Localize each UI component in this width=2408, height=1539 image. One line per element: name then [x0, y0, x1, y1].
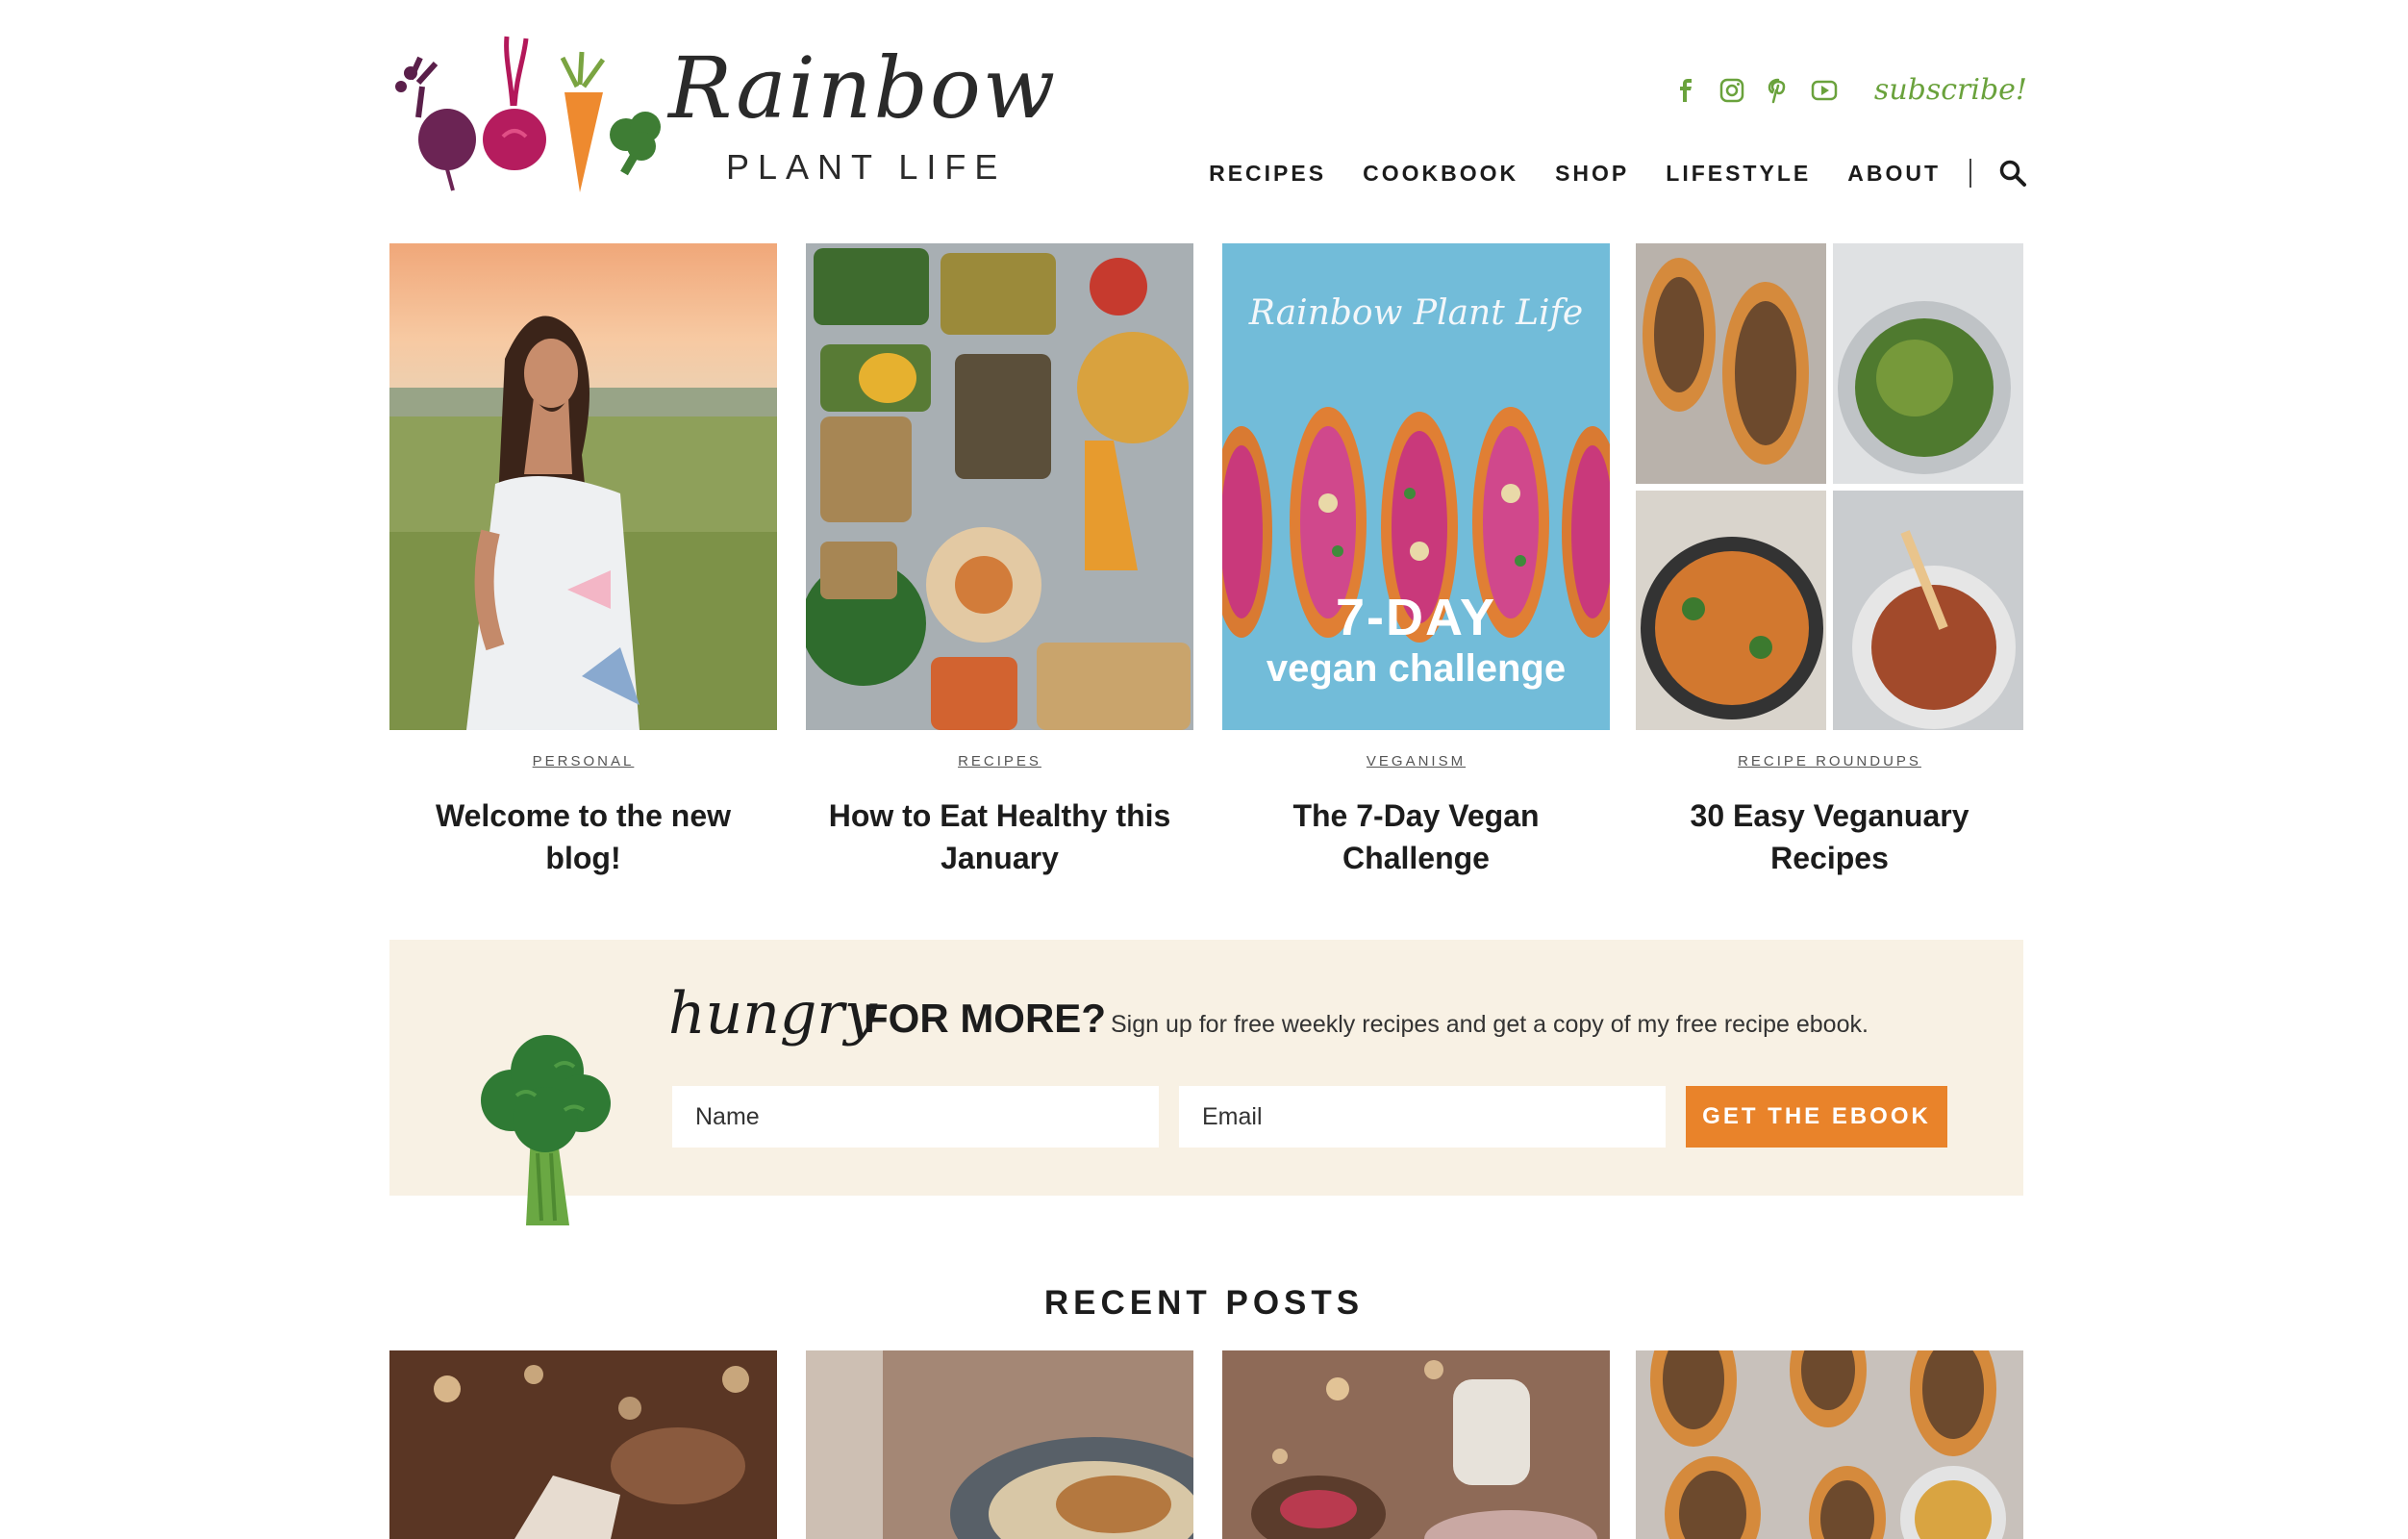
card-category[interactable]: VEGANISM [1222, 753, 1610, 770]
card-title[interactable]: The 7-Day Vegan Challenge [1222, 795, 1610, 879]
subscribe-link[interactable]: subscribe! [1874, 73, 2027, 107]
youtube-icon[interactable] [1811, 77, 1838, 104]
nav-item-about[interactable]: ABOUT [1847, 161, 1941, 187]
featured-card[interactable]: RECIPES How to Eat Healthy this January [806, 243, 1193, 879]
instagram-icon[interactable] [1718, 77, 1745, 104]
vegetables-logo-icon [395, 36, 661, 192]
card-category[interactable]: RECIPES [806, 753, 1193, 770]
card-category[interactable]: PERSONAL [389, 753, 777, 770]
featured-card[interactable]: Rainbow Plant Life 7-DAY vegan challenge… [1222, 243, 1610, 879]
recent-post-image[interactable] [806, 1350, 1193, 1539]
recent-post-image[interactable] [1636, 1350, 2023, 1539]
logo-subtitle: PLANT LIFE [726, 147, 1007, 187]
search-icon[interactable] [1998, 159, 2027, 188]
featured-image-portrait[interactable] [389, 243, 777, 730]
pinterest-icon[interactable] [1765, 77, 1792, 104]
nav-item-cookbook[interactable]: COOKBOOK [1363, 161, 1518, 187]
featured-image-vegan-challenge[interactable]: Rainbow Plant Life 7-DAY vegan challenge [1222, 243, 1610, 730]
broccoli-icon [481, 1035, 611, 1225]
email-input[interactable] [1179, 1086, 1666, 1148]
name-input[interactable] [672, 1086, 1159, 1148]
newsletter-description: Sign up for free weekly recipes and get … [1111, 1011, 1869, 1038]
facebook-icon[interactable] [1672, 77, 1699, 104]
featured-card[interactable]: PERSONAL Welcome to the new blog! [389, 243, 777, 879]
overlay-headline: 7-DAY [1335, 589, 1497, 646]
newsletter-signup: hungry FOR MORE? Sign up for free weekly… [389, 940, 2023, 1225]
featured-image-meal-prep[interactable] [806, 243, 1193, 730]
card-title[interactable]: Welcome to the new blog! [389, 795, 777, 879]
get-ebook-button[interactable]: GET THE EBOOK [1686, 1086, 1947, 1148]
overlay-brand-text: Rainbow Plant Life [1248, 293, 1584, 333]
recent-post-image[interactable] [389, 1350, 777, 1539]
nav-item-recipes[interactable]: RECIPES [1209, 161, 1326, 187]
card-category[interactable]: RECIPE ROUNDUPS [1636, 753, 2023, 770]
logo-script-text: Rainbow [668, 38, 1058, 138]
social-links: subscribe! [1672, 73, 2027, 107]
featured-image-recipe-collage[interactable] [1636, 243, 2023, 730]
card-title[interactable]: How to Eat Healthy this January [806, 795, 1193, 879]
site-logo[interactable]: Rainbow PLANT LIFE [389, 29, 1072, 202]
main-nav: RECIPES COOKBOOK SHOP LIFESTYLE ABOUT [1172, 159, 2027, 188]
card-title[interactable]: 30 Easy Veganuary Recipes [1636, 795, 2023, 879]
nav-item-shop[interactable]: SHOP [1555, 161, 1629, 187]
newsletter-heading: FOR MORE? [864, 996, 1106, 1041]
nav-item-lifestyle[interactable]: LIFESTYLE [1666, 161, 1811, 187]
overlay-subheadline: vegan challenge [1266, 647, 1567, 690]
featured-card[interactable]: RECIPE ROUNDUPS 30 Easy Veganuary Recipe… [1636, 243, 2023, 879]
recent-posts-heading: RECENT POSTS [1043, 1284, 1365, 1322]
recent-post-image[interactable] [1222, 1350, 1610, 1539]
newsletter-hungry-text: hungry [668, 980, 877, 1047]
nav-divider [1969, 159, 1971, 188]
